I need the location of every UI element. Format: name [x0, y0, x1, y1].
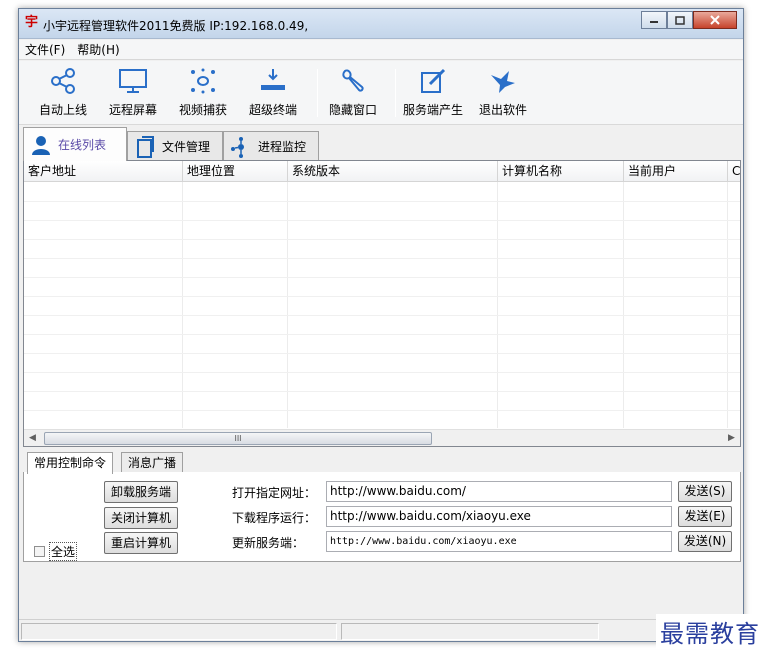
- tool-label: 服务端产生: [403, 103, 464, 117]
- window-title: 小宇远程管理软件2011免费版 IP:192.168.0.49,: [43, 19, 309, 33]
- list-header: 客户地址 地理位置 系统版本 计算机名称 当前用户 C: [24, 161, 740, 182]
- exit-button[interactable]: 退出软件: [479, 65, 527, 121]
- grid-line: [24, 315, 740, 316]
- col-current-user[interactable]: 当前用户: [624, 161, 728, 182]
- tool-label: 远程屏幕: [109, 103, 158, 117]
- hide-window-button[interactable]: 隐藏窗口: [329, 65, 377, 121]
- toolbar-separator: [395, 69, 396, 117]
- tool-label: 退出软件: [479, 103, 528, 117]
- menu-bar: 文件(F) 帮助(H): [19, 40, 743, 60]
- tool-label: 隐藏窗口: [329, 103, 378, 117]
- status-bar: [19, 619, 743, 641]
- status-panel: [341, 623, 599, 640]
- scroll-thumb[interactable]: III: [44, 432, 432, 445]
- col-truncated[interactable]: C: [728, 161, 740, 182]
- download-run-label: 下载程序运行：: [232, 511, 317, 525]
- tab-file-manager[interactable]: 文件管理: [127, 131, 223, 161]
- menu-file[interactable]: 文件(F): [19, 41, 71, 58]
- wrench-icon: [337, 65, 369, 97]
- checkbox-box[interactable]: [34, 546, 45, 557]
- col-os-version[interactable]: 系统版本: [288, 161, 498, 182]
- main-tabs: 在线列表 文件管理 进程监控: [23, 127, 741, 161]
- tool-label: 自动上线: [39, 103, 88, 117]
- col-location[interactable]: 地理位置: [183, 161, 288, 182]
- send-e-button[interactable]: 发送(E): [678, 506, 732, 527]
- toolbar-separator: [317, 69, 318, 117]
- tab-message-broadcast[interactable]: 消息广播: [121, 452, 184, 473]
- grid-line: [24, 391, 740, 392]
- main-window: 宇 小宇远程管理软件2011免费版 IP:192.168.0.49, 文件(F)…: [18, 8, 744, 642]
- bird-icon: [487, 65, 519, 97]
- grid-line: [24, 410, 740, 411]
- client-list[interactable]: 客户地址 地理位置 系统版本 计算机名称 当前用户 C ◀ III ▶: [23, 160, 741, 447]
- monitor-icon: [117, 65, 149, 97]
- command-panel: 卸载服务端 关闭计算机 重启计算机 全选 打开指定网址： http://www.…: [23, 472, 741, 562]
- tab-online-list[interactable]: 在线列表: [23, 127, 127, 161]
- tab-label: 在线列表: [58, 138, 107, 152]
- select-all-checkbox[interactable]: 全选: [34, 542, 78, 561]
- send-s-button[interactable]: 发送(S): [678, 481, 732, 502]
- update-server-label: 更新服务端：: [232, 536, 305, 550]
- col-client-address[interactable]: 客户地址: [24, 161, 183, 182]
- scroll-right-icon[interactable]: ▶: [723, 430, 740, 446]
- grid-line: [24, 239, 740, 240]
- grid-line: [24, 372, 740, 373]
- update-server-input[interactable]: http://www.baidu.com/xiaoyu.exe: [326, 531, 672, 552]
- tab-label: 进程监控: [258, 140, 307, 154]
- share-nodes-icon: [47, 65, 79, 97]
- open-url-label: 打开指定网址：: [232, 486, 317, 500]
- scroll-left-icon[interactable]: ◀: [24, 430, 41, 446]
- maximize-icon: [675, 15, 685, 25]
- title-bar[interactable]: 宇 小宇远程管理软件2011免费版 IP:192.168.0.49,: [19, 9, 743, 39]
- uninstall-server-button[interactable]: 卸载服务端: [104, 481, 178, 503]
- restart-button[interactable]: 重启计算机: [104, 532, 178, 554]
- terminal-download-icon: [257, 65, 289, 97]
- grid-line: [24, 296, 740, 297]
- tab-label: 文件管理: [162, 140, 211, 154]
- toolbar: 自动上线 远程屏幕 视频捕获 超级终端 隐藏窗口 服务端产生 退出软件: [19, 61, 743, 125]
- grid-line: [24, 334, 740, 335]
- tool-label: 视频捕获: [179, 103, 228, 117]
- tab-common-commands[interactable]: 常用控制命令: [27, 452, 114, 474]
- tab-process-monitor[interactable]: 进程监控: [223, 131, 319, 161]
- open-url-input[interactable]: http://www.baidu.com/: [326, 481, 672, 502]
- grid-line: [24, 201, 740, 202]
- menu-help[interactable]: 帮助(H): [71, 41, 125, 58]
- remote-screen-button[interactable]: 远程屏幕: [109, 65, 157, 121]
- watermark-logo: 最需教育: [656, 614, 764, 649]
- user-icon: [30, 134, 52, 156]
- close-icon: [710, 15, 720, 25]
- process-icon: [230, 136, 252, 158]
- grid-line: [24, 353, 740, 354]
- tool-label: 超级终端: [249, 103, 298, 117]
- video-capture-button[interactable]: 视频捕获: [179, 65, 227, 121]
- super-terminal-button[interactable]: 超级终端: [249, 65, 297, 121]
- minimize-button[interactable]: [641, 11, 667, 29]
- auto-online-button[interactable]: 自动上线: [39, 65, 87, 121]
- edit-icon: [417, 65, 449, 97]
- build-server-button[interactable]: 服务端产生: [403, 65, 463, 121]
- grid-line: [24, 220, 740, 221]
- select-all-label: 全选: [49, 542, 78, 561]
- grid-line: [24, 277, 740, 278]
- grid-line: [24, 258, 740, 259]
- minimize-icon: [650, 21, 658, 23]
- send-n-button[interactable]: 发送(N): [678, 531, 732, 552]
- col-computer-name[interactable]: 计算机名称: [498, 161, 624, 182]
- status-panel: [21, 623, 337, 640]
- shutdown-button[interactable]: 关闭计算机: [104, 507, 178, 529]
- video-capture-icon: [187, 65, 219, 97]
- document-icon: [134, 135, 156, 158]
- horizontal-scrollbar[interactable]: ◀ III ▶: [24, 429, 740, 446]
- maximize-button[interactable]: [667, 11, 693, 29]
- command-tabs: 常用控制命令 消息广播: [23, 451, 741, 474]
- window-controls: [641, 11, 737, 29]
- app-icon: 宇: [25, 15, 39, 30]
- download-run-input[interactable]: http://www.baidu.com/xiaoyu.exe: [326, 506, 672, 527]
- close-button[interactable]: [693, 11, 737, 29]
